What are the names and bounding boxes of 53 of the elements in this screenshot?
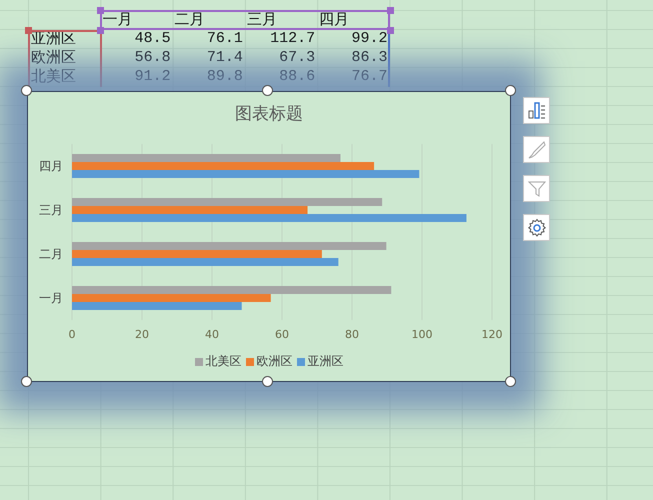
legend-item: 亚洲区 <box>296 353 344 370</box>
category-label: 三月 <box>39 203 63 217</box>
chart-tool-button[interactable] <box>523 97 550 124</box>
column-header: 一月 <box>101 10 134 29</box>
axis-tick-label: 80 <box>345 328 359 341</box>
legend-label: 亚洲区 <box>308 353 344 370</box>
table-cell-text: 86.3 <box>350 48 388 67</box>
row-label: 北美区 <box>30 67 77 86</box>
legend-label: 北美区 <box>206 353 242 370</box>
chart-title: 图表标题 <box>235 104 303 124</box>
selection-handle[interactable] <box>97 7 104 14</box>
category-label: 一月 <box>39 291 63 305</box>
category-label: 二月 <box>39 247 63 261</box>
filter-icon <box>526 178 546 198</box>
table-cell-text: 99.2 <box>350 29 388 48</box>
table-cell-text: 91.2 <box>134 67 172 86</box>
resize-handle[interactable] <box>21 85 32 96</box>
resize-handle[interactable] <box>505 376 516 387</box>
axis-tick-label: 0 <box>68 328 76 341</box>
settings-icon <box>526 218 546 238</box>
axis-tick-label: 100 <box>412 328 432 341</box>
resize-handle[interactable] <box>21 376 32 387</box>
chart-elements-icon <box>526 100 546 120</box>
chart-tool-button[interactable] <box>523 214 550 241</box>
table-cell-text: 88.6 <box>278 67 316 86</box>
selection-handle[interactable] <box>25 27 32 34</box>
table-cell-text: 89.8 <box>206 67 244 86</box>
resize-handle[interactable] <box>262 376 273 387</box>
axis-tick-label: 40 <box>205 328 219 341</box>
resize-handle[interactable] <box>262 85 273 96</box>
table-cell-text: 76.7 <box>350 67 388 86</box>
row-label: 欧洲区 <box>30 48 77 67</box>
column-header: 三月 <box>246 10 278 29</box>
axis-tick-label: 60 <box>275 328 289 341</box>
table-cell-text: 76.1 <box>206 29 244 48</box>
legend-item: 欧洲区 <box>246 353 292 370</box>
table-cell-text: 56.8 <box>134 48 172 67</box>
table-cell-text: 112.7 <box>269 29 316 48</box>
selection-handle[interactable] <box>386 27 394 34</box>
table-cell-text: 71.4 <box>206 48 244 67</box>
column-header: 四月 <box>318 10 350 29</box>
category-label: 四月 <box>39 159 63 173</box>
selection-handle[interactable] <box>97 27 104 34</box>
legend-label: 欧洲区 <box>256 353 292 370</box>
brush-icon <box>526 140 546 160</box>
resize-handle[interactable] <box>505 85 516 96</box>
column-header: 二月 <box>174 10 206 29</box>
axis-tick-label: 20 <box>135 328 149 341</box>
table-cell-text: 48.5 <box>134 29 172 48</box>
axis-tick-label: 120 <box>482 328 502 341</box>
legend-item: 北美区 <box>194 353 242 370</box>
table-cell-text: 67.3 <box>278 48 316 67</box>
selection-handle[interactable] <box>386 7 394 14</box>
